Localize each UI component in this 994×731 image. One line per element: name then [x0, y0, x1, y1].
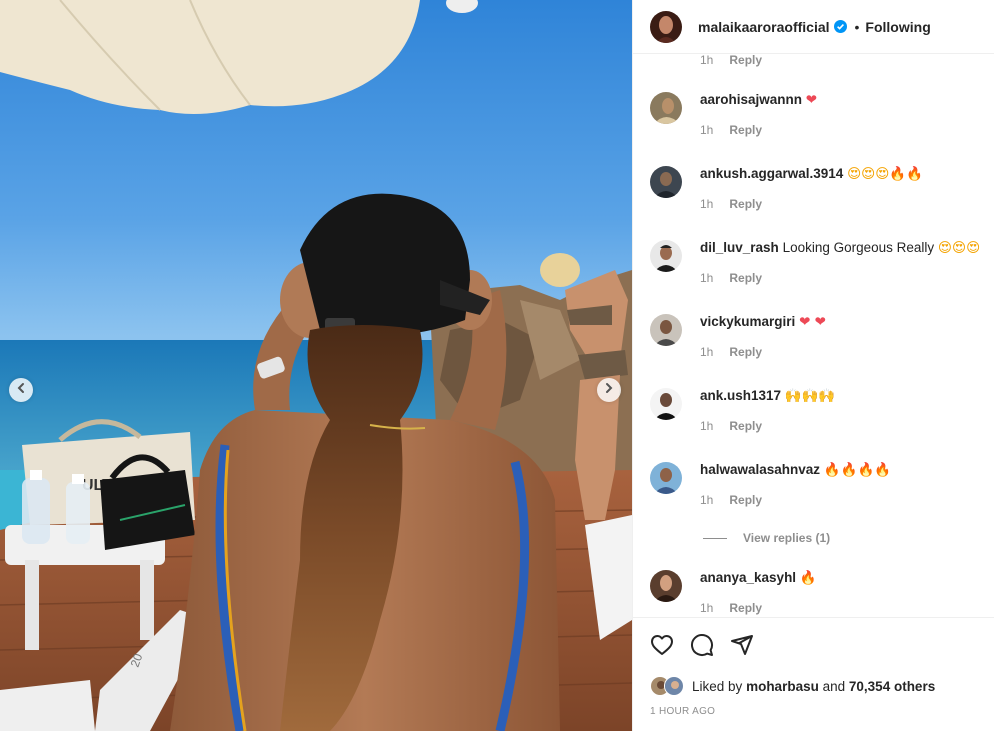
- commenter-avatar[interactable]: [650, 314, 682, 346]
- liked-by-prefix: Liked by: [692, 678, 743, 694]
- comment-emoji: ❤ ❤: [799, 314, 826, 330]
- heart-icon[interactable]: [650, 633, 674, 657]
- comment-username[interactable]: aarohisajwannn: [700, 92, 802, 107]
- commenter-avatar[interactable]: [650, 240, 682, 272]
- comment-username[interactable]: ankush.aggarwal.3914: [700, 166, 843, 181]
- comment-username[interactable]: halwawalasahnvaz: [700, 462, 820, 477]
- comment-meta: 1h Reply: [700, 493, 990, 507]
- comment-meta: 1h Reply: [700, 197, 990, 211]
- comment-meta: 1h Reply: [700, 345, 990, 359]
- comment-text: Looking Gorgeous Really: [782, 240, 935, 255]
- commenter-avatar[interactable]: [650, 570, 682, 602]
- author-username[interactable]: malaikaaroraofficial: [698, 19, 830, 35]
- comment-emoji: ❤: [805, 92, 818, 108]
- action-icons-row: [650, 633, 754, 657]
- post-timestamp[interactable]: 1 HOUR AGO: [650, 706, 715, 717]
- liked-by-user[interactable]: moharbasu: [746, 679, 819, 694]
- comment-time: 1h: [700, 419, 714, 433]
- carousel-prev-button[interactable]: [9, 378, 33, 402]
- comment-emoji: 🔥🔥🔥🔥: [823, 462, 892, 478]
- header-separator: •: [854, 18, 860, 35]
- comment-item: vickykumargiri ❤ ❤ 1h Reply: [650, 313, 990, 359]
- carousel-next-button[interactable]: [597, 378, 621, 402]
- following-button[interactable]: Following: [865, 19, 930, 35]
- post-header: malaikaaroraofficial • Following: [633, 0, 994, 54]
- comment-time: 1h: [700, 601, 714, 615]
- comment-item: ank.ush1317 🙌🙌🙌 1h Reply: [650, 387, 990, 433]
- reply-button[interactable]: Reply: [729, 271, 762, 285]
- liker-avatars: [650, 676, 686, 696]
- beach-scene-image: ULTU 20: [0, 0, 632, 731]
- reply-button[interactable]: Reply: [729, 55, 762, 67]
- comment-username[interactable]: ank.ush1317: [700, 388, 781, 403]
- post-side-panel: malaikaaroraofficial • Following 1h Repl…: [632, 0, 994, 731]
- comment-item: ankush.aggarwal.3914 😍😍😍🔥🔥 1h Reply: [650, 165, 990, 211]
- commenter-avatar[interactable]: [650, 166, 682, 198]
- comment-item: halwawalasahnvaz 🔥🔥🔥🔥 1h Reply: [650, 461, 990, 507]
- author-avatar[interactable]: [650, 10, 682, 43]
- commenter-avatar[interactable]: [650, 92, 682, 124]
- comment-icon[interactable]: [690, 633, 714, 657]
- commenter-avatar[interactable]: [650, 462, 682, 494]
- view-replies-label: View replies (1): [743, 531, 831, 545]
- comment-time: 1h: [700, 123, 714, 137]
- comment-username[interactable]: dil_luv_rash: [700, 240, 779, 255]
- post-actions: Liked by moharbasu and 70,354 others 1 H…: [633, 617, 994, 731]
- commenter-avatar[interactable]: [650, 388, 682, 420]
- comments-list[interactable]: 1h Reply aarohisajwannn ❤ 1h Reply ankus: [633, 55, 994, 617]
- comment-time: 1h: [700, 55, 714, 67]
- comment-time: 1h: [700, 345, 714, 359]
- view-replies-button[interactable]: View replies (1): [703, 531, 830, 545]
- verified-badge-icon: [833, 20, 847, 33]
- comment-meta: 1h Reply: [700, 601, 990, 615]
- likes-count[interactable]: 70,354 others: [849, 679, 935, 694]
- liker-avatar[interactable]: [664, 676, 684, 696]
- comment-meta: 1h Reply: [700, 419, 990, 433]
- post-photo[interactable]: ULTU 20: [0, 0, 632, 731]
- view-replies-divider: [703, 537, 727, 539]
- share-icon[interactable]: [730, 633, 754, 657]
- comment-username[interactable]: vickykumargiri: [700, 314, 795, 329]
- reply-button[interactable]: Reply: [729, 419, 762, 433]
- chevron-left-icon: [15, 381, 27, 399]
- chevron-right-icon: [603, 381, 615, 399]
- comment-meta: 1h Reply: [700, 55, 762, 67]
- comment-time: 1h: [700, 493, 714, 507]
- comment-meta: 1h Reply: [700, 271, 990, 285]
- comment-username[interactable]: ananya_kasyhl: [700, 570, 796, 585]
- comment-emoji: 😍😍😍: [937, 240, 981, 256]
- reply-button[interactable]: Reply: [729, 493, 762, 507]
- comment-time: 1h: [700, 271, 714, 285]
- comment-emoji: 😍😍😍🔥🔥: [847, 166, 923, 182]
- comment-meta: 1h Reply: [700, 123, 990, 137]
- reply-button[interactable]: Reply: [729, 345, 762, 359]
- comment-item: aarohisajwannn ❤ 1h Reply: [650, 91, 990, 137]
- reply-button[interactable]: Reply: [729, 123, 762, 137]
- comment-emoji: 🔥: [799, 570, 817, 586]
- comment-item: dil_luv_rash Looking Gorgeous Really 😍😍😍…: [650, 239, 990, 285]
- likes-summary: Liked by moharbasu and 70,354 others: [650, 676, 935, 696]
- liked-by-middle: and: [822, 678, 846, 694]
- comment-time: 1h: [700, 197, 714, 211]
- reply-button[interactable]: Reply: [729, 601, 762, 615]
- comment-item: ananya_kasyhl 🔥 1h Reply: [650, 569, 990, 615]
- comment-emoji: 🙌🙌🙌: [784, 388, 836, 404]
- reply-button[interactable]: Reply: [729, 197, 762, 211]
